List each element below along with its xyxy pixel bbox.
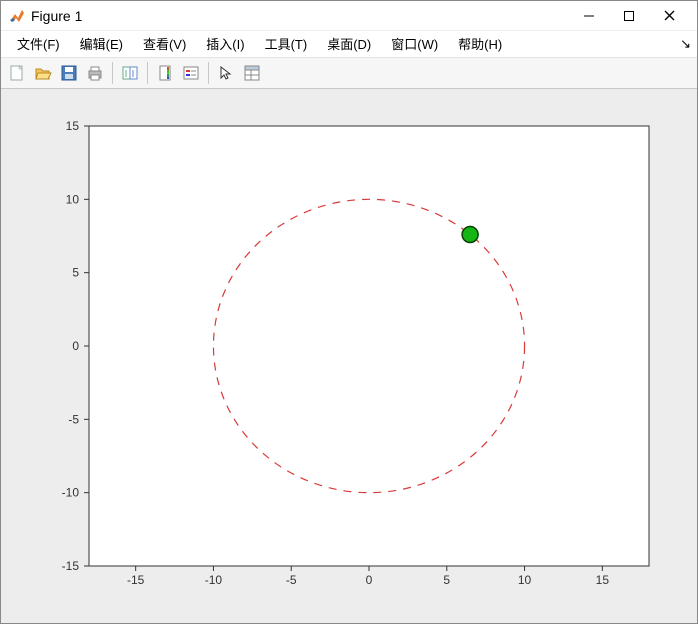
toolbar (1, 57, 697, 89)
matlab-app-icon (9, 8, 25, 24)
figure-area: -15 -10 -5 0 5 10 15 -15 -10 -5 0 5 10 15 (1, 89, 697, 623)
x-tick-label: 0 (366, 573, 373, 587)
insert-legend-button[interactable] (179, 61, 203, 85)
menu-help[interactable]: 帮助(H) (448, 31, 512, 56)
menu-file[interactable]: 文件(F) (7, 31, 70, 56)
y-tick-label: -10 (62, 486, 80, 500)
y-tick-label: -5 (68, 412, 79, 426)
x-tick-label: -10 (205, 573, 223, 587)
new-figure-button[interactable] (5, 61, 29, 85)
window-title: Figure 1 (31, 8, 569, 24)
menu-tools[interactable]: 工具(T) (255, 31, 318, 56)
data-point (462, 227, 478, 243)
print-button[interactable] (83, 61, 107, 85)
open-button[interactable] (31, 61, 55, 85)
toolbar-separator (147, 62, 148, 84)
save-button[interactable] (57, 61, 81, 85)
link-axes-button[interactable] (118, 61, 142, 85)
x-tick-label: -15 (127, 573, 145, 587)
x-tick-label: 5 (443, 573, 450, 587)
x-tick-label: 10 (518, 573, 532, 587)
menubar: 文件(F) 编辑(E) 查看(V) 插入(I) 工具(T) 桌面(D) 窗口(W… (1, 31, 697, 57)
minimize-button[interactable] (569, 2, 609, 30)
y-tick-label: 5 (72, 266, 79, 280)
menu-insert[interactable]: 插入(I) (196, 31, 254, 56)
y-tick-label: 0 (72, 339, 79, 353)
toolbar-separator (112, 62, 113, 84)
x-tick-label: -5 (286, 573, 297, 587)
toolbar-separator (208, 62, 209, 84)
axes[interactable]: -15 -10 -5 0 5 10 15 -15 -10 -5 0 5 10 15 (19, 106, 679, 606)
menu-edit[interactable]: 编辑(E) (70, 31, 133, 56)
y-tick-label: 10 (66, 192, 80, 206)
edit-plot-pointer-button[interactable] (214, 61, 238, 85)
insert-colorbar-button[interactable] (153, 61, 177, 85)
y-tick-label: 15 (66, 119, 80, 133)
menu-window[interactable]: 窗口(W) (381, 31, 448, 56)
y-tick-label: -15 (62, 559, 80, 573)
axes-box (89, 126, 649, 566)
x-tick-label: 15 (596, 573, 610, 587)
close-button[interactable] (649, 2, 689, 30)
window-controls (569, 2, 689, 30)
menu-view[interactable]: 查看(V) (133, 31, 196, 56)
property-editor-button[interactable] (240, 61, 264, 85)
titlebar: Figure 1 (1, 1, 697, 31)
maximize-button[interactable] (609, 2, 649, 30)
menubar-overflow-icon[interactable]: ↘ (680, 36, 691, 52)
menu-desktop[interactable]: 桌面(D) (317, 31, 381, 56)
